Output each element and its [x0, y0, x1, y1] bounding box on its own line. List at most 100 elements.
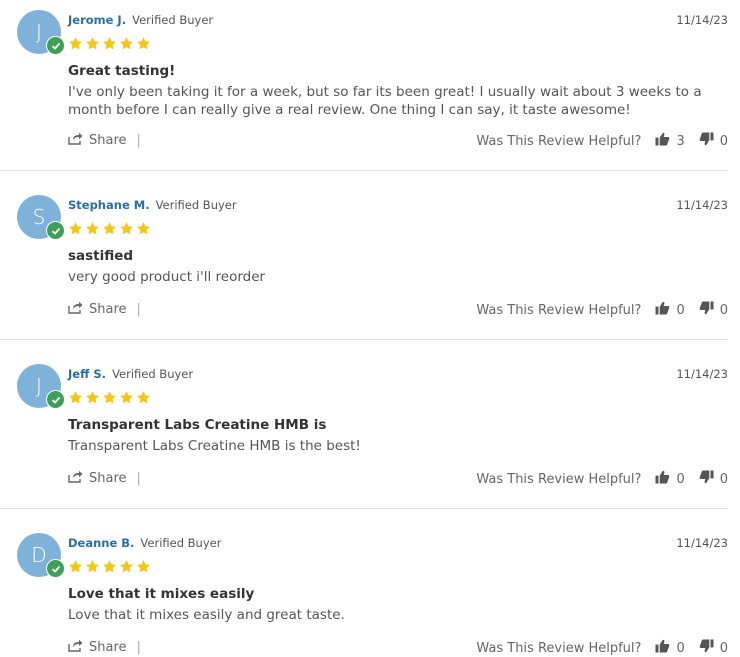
verified-check-icon — [46, 221, 65, 240]
review-title: Transparent Labs Creatine HMB is — [68, 417, 327, 433]
reviewer-name[interactable]: Jerome J. — [68, 13, 126, 27]
star-rating — [68, 36, 151, 51]
star-icon — [103, 560, 116, 573]
verified-badge: Verified Buyer — [112, 367, 194, 381]
down-count: 0 — [719, 133, 728, 149]
share-button[interactable]: Share | — [68, 470, 141, 487]
divider: | — [136, 471, 141, 486]
star-icon — [120, 560, 133, 573]
helpful-label: Was This Review Helpful? — [476, 471, 642, 487]
down-count: 0 — [719, 302, 728, 318]
review-title: Love that it mixes easily — [68, 586, 255, 602]
share-label: Share — [89, 640, 127, 655]
star-icon — [86, 391, 99, 404]
review-body: very good product i'll reorder — [68, 269, 266, 285]
share-button[interactable]: Share | — [68, 301, 141, 318]
helpful-label: Was This Review Helpful? — [476, 302, 642, 318]
star-icon — [120, 37, 133, 50]
reviewer-row: Jerome J. Verified Buyer — [68, 13, 213, 27]
star-icon — [103, 391, 116, 404]
review-item: S Stephane M. Verified Buyer 11/14/23 sa… — [0, 171, 728, 340]
thumbs-down-icon — [699, 132, 714, 150]
thumbs-down-button[interactable]: 0 — [699, 639, 728, 657]
share-icon — [68, 470, 83, 487]
thumbs-down-button[interactable]: 0 — [699, 470, 728, 488]
thumbs-up-button[interactable]: 0 — [655, 301, 685, 319]
thumbs-up-button[interactable]: 3 — [655, 132, 685, 150]
reviewer-name[interactable]: Stephane M. — [68, 198, 150, 212]
thumbs-up-icon — [655, 639, 670, 657]
helpful-row: Was This Review Helpful? 3 0 — [476, 132, 728, 150]
star-icon — [137, 391, 150, 404]
star-icon — [86, 560, 99, 573]
review-item: D Deanne B. Verified Buyer 11/14/23 Love… — [0, 509, 728, 657]
divider: | — [136, 302, 141, 317]
star-rating — [68, 221, 151, 236]
reviewer-row: Jeff S. Verified Buyer — [68, 367, 193, 381]
star-icon — [69, 222, 82, 235]
share-label: Share — [89, 471, 127, 486]
share-icon — [68, 301, 83, 318]
review-body: Transparent Labs Creatine HMB is the bes… — [68, 438, 361, 454]
up-count: 3 — [676, 133, 685, 149]
star-icon — [69, 391, 82, 404]
review-date: 11/14/23 — [676, 367, 728, 381]
share-button[interactable]: Share | — [68, 132, 141, 149]
verified-check-icon — [46, 36, 65, 55]
star-icon — [137, 560, 150, 573]
helpful-label: Was This Review Helpful? — [476, 133, 642, 149]
review-body: I've only been taking it for a week, but… — [68, 84, 702, 118]
star-icon — [69, 37, 82, 50]
star-icon — [86, 37, 99, 50]
review-title: Great tasting! — [68, 63, 176, 79]
reviews-list: J Jerome J. Verified Buyer 11/14/23 Grea… — [0, 0, 740, 657]
helpful-row: Was This Review Helpful? 0 0 — [476, 639, 728, 657]
up-count: 0 — [676, 302, 685, 318]
review-date: 11/14/23 — [676, 198, 728, 212]
up-count: 0 — [676, 471, 685, 487]
up-count: 0 — [676, 640, 685, 656]
down-count: 0 — [719, 471, 728, 487]
thumbs-up-icon — [655, 132, 670, 150]
verified-check-icon — [46, 390, 65, 409]
thumbs-down-button[interactable]: 0 — [699, 132, 728, 150]
reviewer-name[interactable]: Jeff S. — [68, 367, 106, 381]
share-icon — [68, 132, 83, 149]
helpful-row: Was This Review Helpful? 0 0 — [476, 301, 728, 319]
thumbs-down-icon — [699, 639, 714, 657]
star-rating — [68, 559, 151, 574]
share-label: Share — [89, 133, 127, 148]
reviewer-name[interactable]: Deanne B. — [68, 536, 134, 550]
share-label: Share — [89, 302, 127, 317]
thumbs-down-icon — [699, 301, 714, 319]
verified-badge: Verified Buyer — [140, 536, 222, 550]
review-date: 11/14/23 — [676, 13, 728, 27]
helpful-label: Was This Review Helpful? — [476, 640, 642, 656]
thumbs-up-icon — [655, 470, 670, 488]
helpful-row: Was This Review Helpful? 0 0 — [476, 470, 728, 488]
divider: | — [136, 133, 141, 148]
star-icon — [137, 222, 150, 235]
thumbs-down-icon — [699, 470, 714, 488]
verified-badge: Verified Buyer — [155, 198, 237, 212]
thumbs-up-button[interactable]: 0 — [655, 639, 685, 657]
thumbs-up-button[interactable]: 0 — [655, 470, 685, 488]
review-item: J Jerome J. Verified Buyer 11/14/23 Grea… — [0, 0, 728, 171]
star-icon — [137, 37, 150, 50]
star-icon — [103, 37, 116, 50]
review-date: 11/14/23 — [676, 536, 728, 550]
thumbs-up-icon — [655, 301, 670, 319]
reviewer-row: Stephane M. Verified Buyer — [68, 198, 237, 212]
thumbs-down-button[interactable]: 0 — [699, 301, 728, 319]
review-item: J Jeff S. Verified Buyer 11/14/23 Transp… — [0, 340, 728, 509]
star-icon — [120, 222, 133, 235]
review-body: Love that it mixes easily and great tast… — [68, 607, 345, 623]
verified-badge: Verified Buyer — [132, 13, 214, 27]
review-title: sastified — [68, 248, 134, 264]
share-button[interactable]: Share | — [68, 639, 141, 656]
down-count: 0 — [719, 640, 728, 656]
star-icon — [103, 222, 116, 235]
star-icon — [86, 222, 99, 235]
reviewer-row: Deanne B. Verified Buyer — [68, 536, 221, 550]
verified-check-icon — [46, 559, 65, 578]
